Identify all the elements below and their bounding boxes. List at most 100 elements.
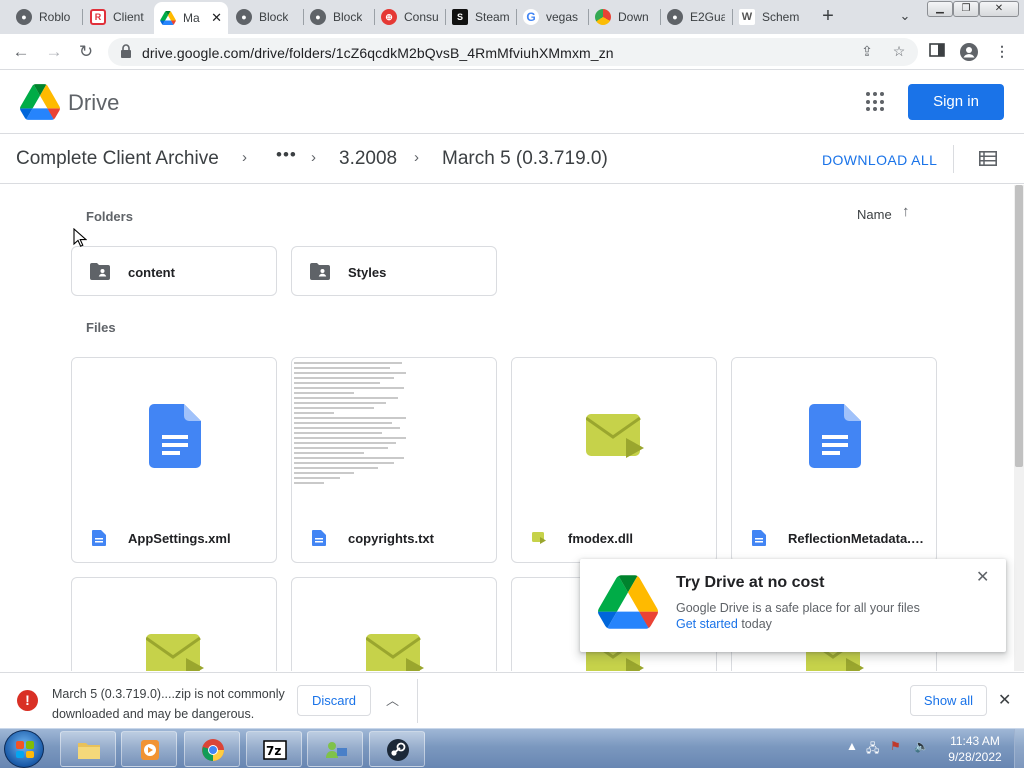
volume-icon[interactable]: 🔈 xyxy=(914,739,929,753)
binary-file-icon xyxy=(146,634,204,671)
folder-name: content xyxy=(128,265,175,280)
try-drive-popup: Try Drive at no cost Google Drive is a s… xyxy=(580,559,1006,652)
file-card[interactable] xyxy=(291,577,497,671)
browser-tab[interactable]: ● Roblo xyxy=(10,3,80,31)
taskbar-7zip[interactable]: 7z xyxy=(246,731,302,767)
folder-item[interactable]: Styles xyxy=(291,246,497,296)
files-heading: Files xyxy=(86,320,116,335)
explorer-icon xyxy=(78,743,100,759)
clock-time: 11:43 AM xyxy=(950,734,1000,748)
new-tab-button[interactable]: + xyxy=(817,6,839,28)
google-apps-icon[interactable] xyxy=(866,92,886,112)
list-view-icon[interactable] xyxy=(979,151,997,166)
breadcrumb-current: March 5 (0.3.719.0) xyxy=(442,148,608,169)
chevron-up-icon[interactable]: ︿ xyxy=(386,690,399,709)
file-meta: fmodex.dll xyxy=(512,514,716,562)
file-card[interactable]: AppSettings.xml xyxy=(71,357,277,563)
network-tray-icon[interactable]: 🖧 xyxy=(866,739,879,760)
restore-button[interactable]: ❐ xyxy=(953,1,979,17)
globe-icon: ● xyxy=(667,9,683,25)
taskbar-media-player[interactable] xyxy=(121,731,177,767)
discard-button[interactable]: Discard xyxy=(297,685,371,716)
browser-tab[interactable]: S Steam xyxy=(446,3,516,31)
browser-tab-active[interactable]: Ma ✕ xyxy=(154,2,228,34)
show-desktop-button[interactable] xyxy=(1014,729,1024,768)
browser-tab[interactable]: W Schem xyxy=(733,3,805,31)
taskbar-chrome[interactable] xyxy=(184,731,240,767)
browser-tab[interactable]: ● Block xyxy=(230,3,302,31)
popup-title: Try Drive at no cost xyxy=(676,574,825,591)
browser-tab[interactable]: R Client xyxy=(84,3,154,31)
file-card[interactable]: copyrights.txt xyxy=(291,357,497,563)
file-name: copyrights.txt xyxy=(348,531,434,546)
close-icon[interactable]: ✕ xyxy=(976,567,989,587)
file-card[interactable]: fmodex.dll xyxy=(511,357,717,563)
taskbar-steam[interactable] xyxy=(369,731,425,767)
7zip-icon: 7z xyxy=(263,740,287,760)
file-card[interactable]: ReflectionMetadata.x... xyxy=(731,357,937,563)
minimize-button[interactable]: ▁ xyxy=(927,1,953,17)
browser-tab[interactable]: ● E2Gua xyxy=(661,3,731,31)
close-icon[interactable]: ✕ xyxy=(998,690,1011,710)
star-icon[interactable]: ☆ xyxy=(890,43,908,61)
share-icon[interactable]: ⇪ xyxy=(858,43,876,61)
browser-tab[interactable]: ⊕ Consu xyxy=(375,3,445,31)
drive-logo-icon[interactable] xyxy=(20,84,60,120)
doc-file-icon xyxy=(92,530,106,546)
show-all-button[interactable]: Show all xyxy=(910,685,987,716)
breadcrumb-middle[interactable]: 3.2008 xyxy=(339,148,397,170)
show-hidden-icons[interactable]: ▲ xyxy=(846,739,858,753)
browser-tab[interactable]: ● Block xyxy=(304,3,374,31)
svg-text:7z: 7z xyxy=(266,744,281,758)
action-center-flag-icon[interactable]: ⚑ xyxy=(890,739,901,753)
back-button[interactable]: ← xyxy=(10,41,32,63)
globe-icon: ● xyxy=(236,9,252,25)
drive-icon xyxy=(160,10,176,26)
side-panel-icon[interactable] xyxy=(928,43,946,61)
google-doc-icon xyxy=(149,404,201,468)
chevron-right-icon: › xyxy=(414,149,419,166)
lock-icon xyxy=(121,44,131,58)
file-name: ReflectionMetadata.x... xyxy=(788,531,928,546)
file-card[interactable] xyxy=(71,577,277,671)
sort-ascending-arrow-icon[interactable]: ↑ xyxy=(902,203,910,220)
google-doc-icon xyxy=(809,404,861,468)
download-warning-line1: March 5 (0.3.719.0)....zip is not common… xyxy=(52,687,285,701)
download-bar: ! March 5 (0.3.719.0)....zip is not comm… xyxy=(0,672,1024,728)
close-window-button[interactable]: ✕ xyxy=(979,1,1019,17)
steam-icon: S xyxy=(452,9,468,25)
popup-cta-line: Get started today xyxy=(676,617,772,631)
taskbar-explorer[interactable] xyxy=(60,731,116,767)
file-name: AppSettings.xml xyxy=(128,531,231,546)
drive-header: Drive Sign in xyxy=(0,70,1024,134)
breadcrumb-root[interactable]: Complete Client Archive xyxy=(16,148,219,170)
tab-search-chevron-icon[interactable]: ⌄ xyxy=(896,8,914,26)
get-started-link[interactable]: Get started xyxy=(676,617,738,631)
scrollbar-thumb[interactable] xyxy=(1015,185,1023,467)
tab-close-icon[interactable]: ✕ xyxy=(207,10,222,26)
red-globe-icon: ⊕ xyxy=(381,9,397,25)
forward-button[interactable]: → xyxy=(43,41,65,63)
profile-avatar-icon[interactable] xyxy=(960,43,978,61)
address-bar[interactable]: drive.google.com/drive/folders/1cZ6qcdkM… xyxy=(108,38,918,66)
download-all-button[interactable]: DOWNLOAD ALL xyxy=(822,152,937,168)
reload-button[interactable]: ↻ xyxy=(75,41,97,63)
download-warning-line2: downloaded and may be dangerous. xyxy=(52,707,255,721)
breadcrumb-more-icon[interactable]: ••• xyxy=(276,145,297,165)
browser-tab[interactable]: G vegas xyxy=(517,3,587,31)
divider xyxy=(953,145,954,173)
chevron-right-icon: › xyxy=(311,149,316,166)
sort-by-name-button[interactable]: Name xyxy=(857,207,892,222)
browser-toolbar: ← → ↻ drive.google.com/drive/folders/1cZ… xyxy=(0,34,1024,70)
sign-in-button[interactable]: Sign in xyxy=(908,84,1004,120)
taskbar-clock[interactable]: 11:43 AM 9/28/2022 xyxy=(940,733,1010,765)
app-title: Drive xyxy=(68,90,120,115)
start-button[interactable] xyxy=(4,730,44,768)
folder-item[interactable]: content xyxy=(71,246,277,296)
taskbar-network[interactable] xyxy=(307,731,363,767)
roblox-icon: R xyxy=(90,9,106,25)
browser-tab[interactable]: Down xyxy=(589,3,659,31)
kebab-menu-icon[interactable]: ⋮ xyxy=(993,43,1011,61)
scrollbar[interactable] xyxy=(1014,185,1024,671)
doc-file-icon xyxy=(312,530,326,546)
